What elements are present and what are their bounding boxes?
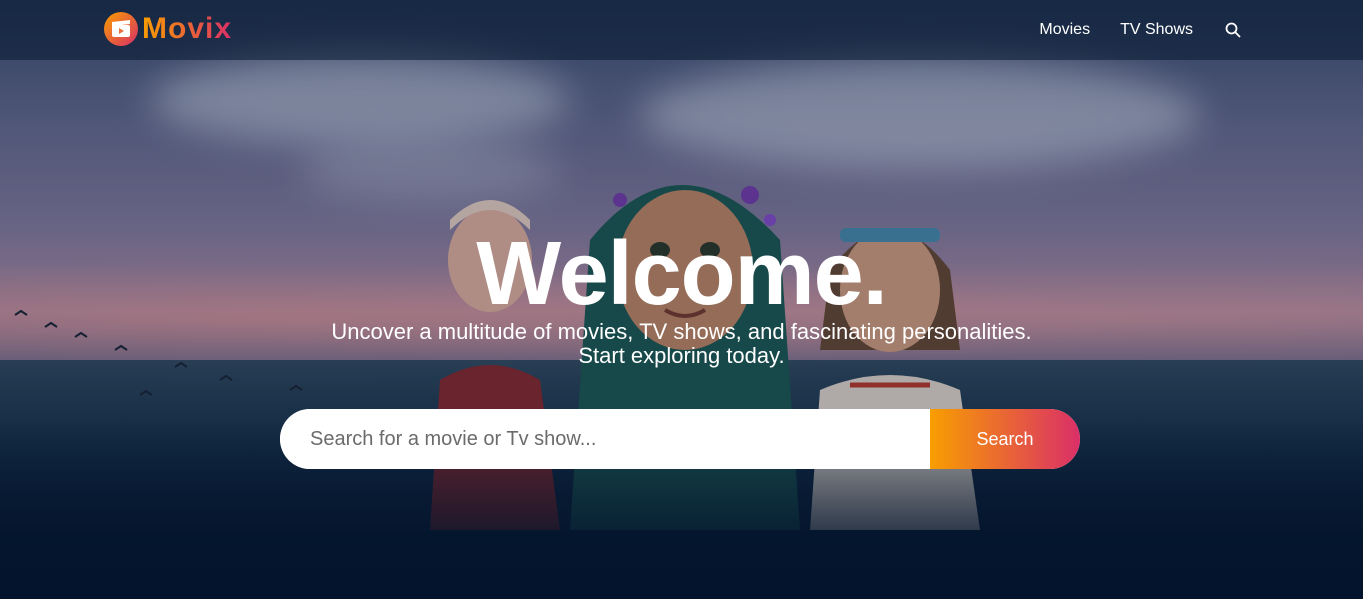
logo[interactable]: Movix	[104, 11, 232, 47]
search-input[interactable]	[280, 409, 930, 469]
search-icon[interactable]	[1225, 21, 1243, 39]
logo-text: Movix	[142, 12, 233, 45]
hero-subtitle-line2: Start exploring today.	[578, 343, 785, 368]
hero-title: Welcome.	[476, 224, 888, 324]
nav-tv-shows[interactable]: TV Shows	[1120, 21, 1193, 39]
site-header: Movix Movies TV Shows	[0, 0, 1363, 60]
hero-subtitle-line1: Uncover a multitude of movies, TV shows,…	[331, 319, 1032, 344]
main-nav: Movies TV Shows	[1009, 0, 1243, 60]
hero-content: Welcome. Uncover a multitude of movies, …	[0, 224, 1363, 368]
search-bar: Search	[280, 409, 1080, 469]
logo-icon	[104, 12, 138, 46]
nav-movies[interactable]: Movies	[1039, 21, 1090, 39]
search-button[interactable]: Search	[930, 409, 1080, 469]
